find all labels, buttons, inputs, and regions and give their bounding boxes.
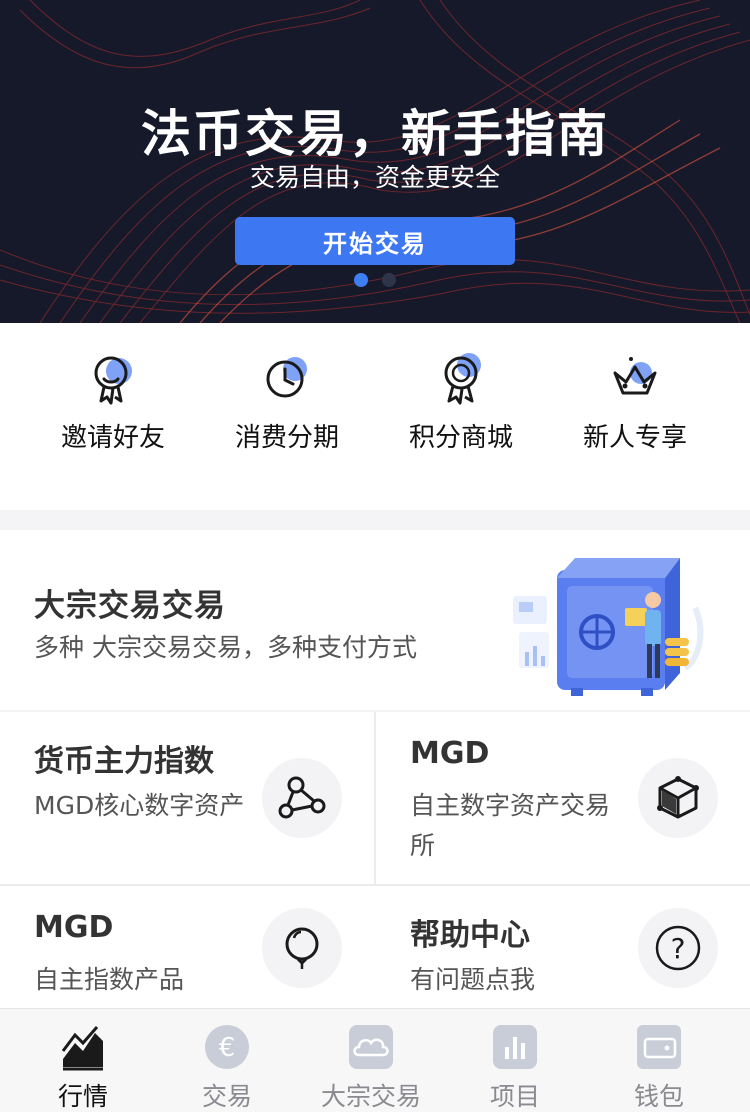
quick-item-label: 邀请好友 — [60, 423, 165, 453]
balloon-icon — [262, 908, 342, 988]
quick-item-label: 积分商城 — [408, 423, 513, 453]
tab-label: 行情 — [57, 1082, 108, 1111]
card-subtitle: 自主数字资产交易所 — [410, 791, 611, 860]
quick-item-points-mall[interactable]: 积分商城 — [386, 351, 536, 454]
medal-icon — [94, 356, 132, 405]
quick-item-invite[interactable]: 邀请好友 — [38, 351, 188, 454]
card-subtitle: MGD核心数字资产 — [34, 791, 245, 820]
wallet-icon — [637, 1025, 681, 1069]
grid-divider-horizontal — [0, 884, 750, 886]
grid-card-index-product[interactable]: MGD 自主指数产品 — [0, 886, 374, 1008]
chart-icon — [61, 1026, 103, 1071]
crown-icon — [613, 357, 657, 395]
carousel-indicator[interactable] — [0, 273, 750, 287]
start-trading-button[interactable]: 开始交易 — [235, 217, 515, 265]
svg-text:?: ? — [671, 932, 686, 965]
svg-text:€: € — [219, 1033, 236, 1063]
grid-card-help[interactable]: 帮助中心 有问题点我 ? — [376, 886, 750, 1008]
quick-item-new-user[interactable]: 新人专享 — [560, 351, 710, 454]
promo-banner[interactable]: 法币交易，新手指南 交易自由，资金更安全 开始交易 — [0, 0, 750, 323]
card-subtitle: 多种 大宗交易交易，多种支付方式 — [34, 633, 417, 662]
tab-trade[interactable]: € 交易 — [152, 1023, 302, 1112]
euro-icon: € — [205, 1025, 249, 1069]
bar-icon — [493, 1025, 537, 1069]
carousel-dot-2[interactable] — [382, 273, 396, 287]
card-title: 帮助中心 — [410, 918, 530, 953]
safe-illustration — [513, 558, 704, 696]
card-title: 大宗交易交易 — [34, 588, 226, 624]
clock-icon — [266, 357, 307, 398]
cube-icon — [638, 758, 718, 838]
tab-label: 大宗交易 — [320, 1082, 421, 1111]
tab-market[interactable]: 行情 — [8, 1023, 158, 1112]
quick-item-installment[interactable]: 消费分期 — [212, 351, 362, 454]
tab-wallet[interactable]: 钱包 — [584, 1023, 734, 1112]
banner-subtitle: 交易自由，资金更安全 — [249, 163, 500, 192]
tab-label: 钱包 — [633, 1082, 684, 1111]
grid-card-index[interactable]: 货币主力指数 MGD核心数字资产 — [0, 712, 374, 884]
quick-item-label: 新人专享 — [582, 423, 687, 453]
bulk-trade-card[interactable]: 大宗交易交易 多种 大宗交易交易，多种支付方式 — [0, 530, 750, 710]
tab-project[interactable]: 项目 — [440, 1023, 590, 1112]
question-icon: ? — [638, 908, 718, 988]
card-subtitle: 有问题点我 — [410, 965, 536, 994]
grid-divider-vertical — [374, 712, 376, 884]
carousel-dot-1[interactable] — [354, 273, 368, 287]
badge-icon — [444, 353, 481, 405]
tab-bulk-trade[interactable]: 大宗交易 — [296, 1023, 446, 1112]
grid-card-exchange[interactable]: MGD 自主数字资产交易所 — [376, 712, 750, 884]
quick-menu: 邀请好友 消费分期 积分商城 新人专享 — [0, 323, 750, 510]
network-icon — [262, 758, 342, 838]
bottom-tab-bar: 行情 € 交易 大宗交易 项目 钱包 — [0, 1008, 750, 1112]
banner-title: 法币交易，新手指南 — [141, 105, 609, 163]
card-title: MGD — [410, 736, 490, 771]
quick-item-label: 消费分期 — [234, 423, 339, 453]
card-title: MGD — [34, 910, 114, 945]
card-title: 货币主力指数 — [34, 744, 214, 779]
cloud-icon — [349, 1025, 393, 1069]
tab-label: 项目 — [489, 1082, 540, 1111]
card-subtitle: 自主指数产品 — [34, 965, 185, 994]
tab-label: 交易 — [201, 1082, 252, 1111]
